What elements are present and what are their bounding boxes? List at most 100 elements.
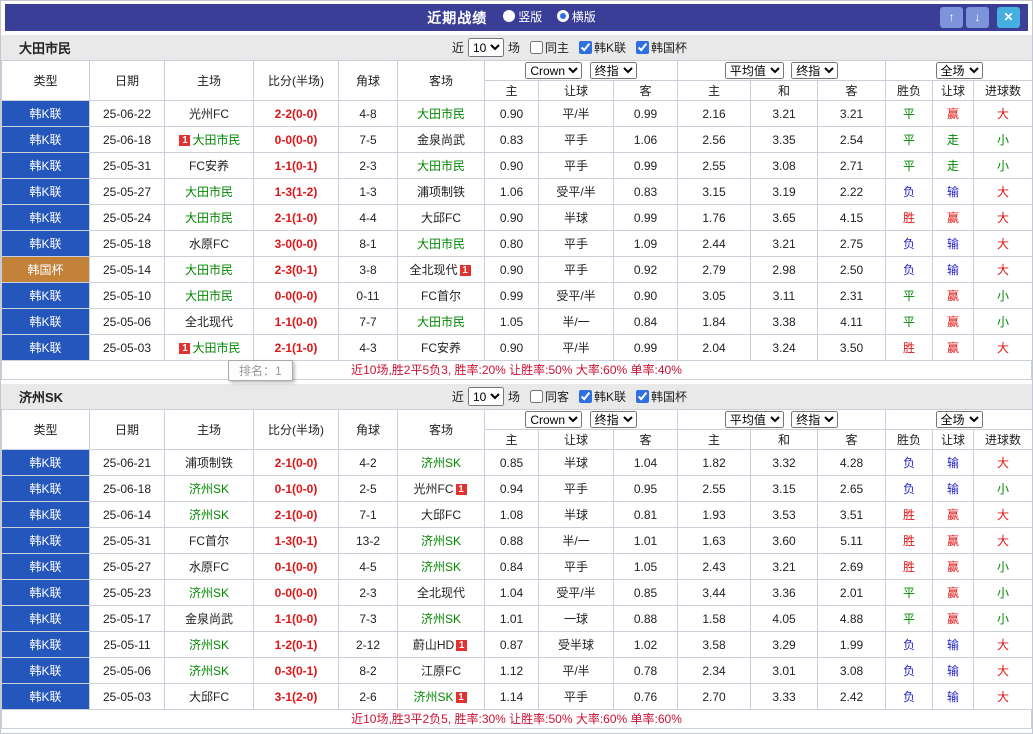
result-overunder: 大 [973, 449, 1032, 476]
korean-cup-checkbox[interactable] [635, 41, 649, 54]
korean-cup-checkbox[interactable] [635, 390, 649, 403]
away-team-name[interactable]: 江原FC [421, 664, 461, 678]
odds-company-select[interactable]: Crown [525, 411, 583, 428]
scroll-down-button[interactable]: ↓ [966, 7, 989, 28]
home-team-name[interactable]: 金泉尚武 [185, 612, 233, 626]
korean-cup-filter[interactable]: 韩国杯 [635, 388, 687, 405]
home-team-name[interactable]: 济州SK [189, 638, 229, 652]
score-cell: 1-3(0-1) [253, 527, 339, 554]
away-team-name[interactable]: FC安养 [421, 341, 461, 355]
away-team-name[interactable]: 大田市民 [417, 315, 465, 329]
handicap-line: 半球 [538, 449, 614, 476]
euro-home-odds: 2.79 [677, 256, 751, 283]
final-odds-select-2[interactable]: 终指 [791, 62, 839, 79]
home-team-cell: 济州SK [164, 631, 254, 658]
away-team-name[interactable]: 济州SK [421, 534, 461, 548]
same-venue-filter[interactable]: 同客 [529, 388, 569, 405]
away-team-name[interactable]: 大田市民 [417, 159, 465, 173]
col-score: 比分(半场) [253, 60, 339, 101]
home-team-name[interactable]: 大田市民 [192, 133, 240, 147]
match-date: 25-05-14 [89, 256, 165, 283]
away-team-name[interactable]: 大田市民 [417, 237, 465, 251]
away-team-name[interactable]: 大田市民 [417, 107, 465, 121]
full-match-select[interactable]: 全场 [935, 411, 983, 428]
home-team-name[interactable]: 济州SK [189, 586, 229, 600]
home-team-name[interactable]: 光州FC [189, 107, 229, 121]
away-team-name[interactable]: 济州SK [421, 560, 461, 574]
rounds-select[interactable]: 10 [467, 387, 504, 406]
layout-horizontal-option[interactable]: 横版 [556, 8, 596, 25]
home-team-name[interactable]: 大田市民 [185, 263, 233, 277]
home-team-name[interactable]: FC首尔 [189, 534, 229, 548]
away-team-name[interactable]: 金泉尚武 [417, 133, 465, 147]
away-team-name[interactable]: 蔚山HD [413, 638, 454, 652]
k-league-filter[interactable]: 韩K联 [578, 388, 626, 405]
same-venue-filter[interactable]: 同主 [529, 39, 569, 56]
final-odds-select[interactable]: 终指 [589, 411, 637, 428]
home-team-name[interactable]: FC安养 [189, 159, 229, 173]
away-team-name[interactable]: 济州SK [421, 456, 461, 470]
final-odds-select-2[interactable]: 终指 [791, 411, 839, 428]
home-team-name[interactable]: 大田市民 [192, 341, 240, 355]
away-team-name[interactable]: 济州SK [421, 612, 461, 626]
rounds-select[interactable]: 10 [467, 38, 504, 57]
result-wdl: 胜 [885, 553, 934, 580]
team-name-heading: 济州SK [19, 390, 64, 405]
home-team-name[interactable]: 大田市民 [185, 211, 233, 225]
euro-away-odds: 2.71 [816, 152, 887, 179]
average-odds-select[interactable]: 平均值 [724, 411, 784, 428]
k-league-checkbox[interactable] [578, 41, 592, 54]
final-odds-select[interactable]: 终指 [589, 62, 637, 79]
asia-away-odds: 0.76 [613, 683, 678, 710]
away-team-name[interactable]: 大邱FC [421, 211, 461, 225]
home-team-name[interactable]: 济州SK [189, 482, 229, 496]
home-team-name[interactable]: 水原FC [189, 237, 229, 251]
close-button[interactable]: ✕ [997, 7, 1020, 28]
away-team-cell: 济州SK [397, 449, 485, 476]
home-team-name[interactable]: 济州SK [189, 664, 229, 678]
k-league-checkbox[interactable] [578, 390, 592, 403]
away-team-cell: 蔚山HD 1 [397, 631, 485, 658]
away-team-name[interactable]: FC首尔 [421, 289, 461, 303]
full-match-select[interactable]: 全场 [935, 62, 983, 79]
home-team-name[interactable]: 全北现代 [185, 315, 233, 329]
euro-draw-odds: 3.33 [750, 683, 818, 710]
asia-away-odds: 0.99 [613, 334, 678, 361]
home-team-name[interactable]: 济州SK [189, 508, 229, 522]
result-wdl: 负 [885, 683, 934, 710]
k-league-filter[interactable]: 韩K联 [578, 39, 626, 56]
team-section-2: 济州SK 近 10 场 同客 韩K联 韩国杯 类型 日期 主场 比分(半场) 角… [1, 384, 1032, 729]
match-date: 25-05-18 [89, 230, 165, 257]
away-team-name[interactable]: 大邱FC [421, 508, 461, 522]
euro-away-odds: 4.88 [816, 605, 887, 632]
result-handicap: 输 [932, 178, 975, 205]
odds-company-select[interactable]: Crown [525, 62, 583, 79]
euro-home-odds: 2.56 [677, 126, 751, 153]
corner-cell: 7-3 [338, 605, 398, 632]
home-team-name[interactable]: 大田市民 [185, 185, 233, 199]
away-team-name[interactable]: 济州SK [413, 690, 453, 704]
radio-icon[interactable] [503, 10, 516, 23]
same-venue-checkbox[interactable] [529, 41, 543, 54]
home-team-name[interactable]: 浦项制铁 [185, 456, 233, 470]
home-team-name[interactable]: 水原FC [189, 560, 229, 574]
away-team-name[interactable]: 浦项制铁 [417, 185, 465, 199]
rank-badge: 1 [179, 135, 191, 146]
asia-odds-group: Crown 终指 [484, 409, 678, 430]
handicap-line: 平手 [538, 230, 614, 257]
layout-vertical-option[interactable]: 竖版 [503, 8, 542, 25]
home-team-name[interactable]: 大邱FC [189, 690, 229, 704]
average-odds-select[interactable]: 平均值 [724, 62, 784, 79]
home-team-name[interactable]: 大田市民 [185, 289, 233, 303]
col-asia-home: 主 [484, 80, 539, 101]
away-team-name[interactable]: 全北现代 [409, 263, 457, 277]
scroll-up-button[interactable]: ↑ [940, 7, 963, 28]
away-team-name[interactable]: 全北现代 [417, 586, 465, 600]
korean-cup-filter[interactable]: 韩国杯 [635, 39, 687, 56]
match-date: 25-05-03 [89, 683, 165, 710]
score-cell: 1-1(0-1) [253, 152, 339, 179]
result-overunder: 大 [973, 100, 1032, 127]
radio-icon[interactable] [556, 10, 569, 23]
same-venue-checkbox[interactable] [529, 390, 543, 403]
away-team-name[interactable]: 光州FC [414, 482, 454, 496]
